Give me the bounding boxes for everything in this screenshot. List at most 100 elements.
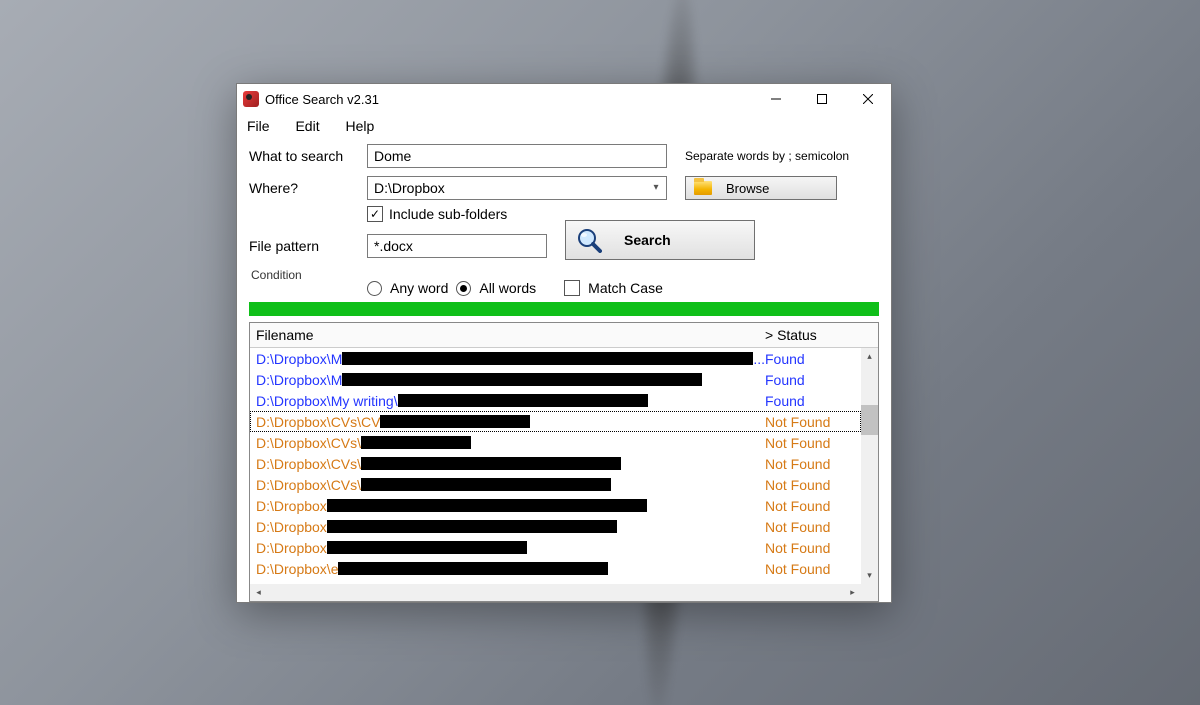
scroll-down-arrow-icon[interactable]: ▾ bbox=[861, 567, 878, 584]
app-icon bbox=[243, 91, 259, 107]
horizontal-scrollbar[interactable]: ◂ ▸ bbox=[250, 584, 878, 601]
filename-cell: D:\Dropbox\My writing\ bbox=[256, 393, 765, 409]
table-row[interactable]: D:\DropboxNot Found bbox=[250, 495, 861, 516]
filename-cell: D:\Dropbox bbox=[256, 498, 765, 514]
search-form: What to search Separate words by ; semic… bbox=[237, 140, 891, 296]
table-row[interactable]: D:\Dropbox\M...Found bbox=[250, 348, 861, 369]
filename-cell: D:\Dropbox bbox=[256, 540, 765, 556]
chevron-down-icon: ▾ bbox=[653, 182, 658, 193]
include-subfolders-label: Include sub-folders bbox=[389, 206, 507, 222]
where-label: Where? bbox=[249, 180, 367, 196]
search-button[interactable]: Search bbox=[565, 220, 755, 260]
table-row[interactable]: D:\Dropbox\e Not Found bbox=[250, 558, 861, 579]
where-dropdown-button[interactable]: ▾ bbox=[646, 177, 666, 199]
filename-cell: D:\Dropbox\M bbox=[256, 372, 765, 388]
filename-prefix: D:\Dropbox\CVs\ bbox=[256, 477, 361, 493]
filename-cell: D:\Dropbox\M... bbox=[256, 351, 765, 367]
window-title: Office Search v2.31 bbox=[265, 92, 379, 107]
redacted-text bbox=[380, 415, 530, 428]
what-to-search-input[interactable] bbox=[367, 144, 667, 168]
search-label: Search bbox=[624, 232, 671, 248]
status-cell: Not Found bbox=[765, 519, 861, 535]
table-row[interactable]: D:\Dropbox Not Found bbox=[250, 537, 861, 558]
status-cell: Not Found bbox=[765, 477, 861, 493]
menu-help[interactable]: Help bbox=[343, 116, 384, 136]
column-status[interactable]: > Status bbox=[761, 327, 861, 343]
menu-file[interactable]: File bbox=[245, 116, 280, 136]
anyword-label: Any word bbox=[390, 280, 448, 296]
matchcase-checkbox[interactable] bbox=[564, 280, 580, 296]
column-filename[interactable]: Filename bbox=[250, 327, 761, 343]
table-row[interactable]: D:\Dropbox\CVs\CV Not Found bbox=[250, 411, 861, 432]
maximize-icon bbox=[817, 94, 827, 104]
search-icon bbox=[576, 227, 602, 253]
status-cell: Not Found bbox=[765, 540, 861, 556]
title-bar[interactable]: Office Search v2.31 bbox=[237, 84, 891, 114]
redacted-text bbox=[361, 436, 471, 449]
minimize-icon bbox=[771, 94, 781, 104]
redacted-text bbox=[327, 499, 647, 512]
allwords-label: All words bbox=[479, 280, 536, 296]
minimize-button[interactable] bbox=[753, 84, 799, 114]
table-row[interactable]: D:\Dropbox\M Found bbox=[250, 369, 861, 390]
maximize-button[interactable] bbox=[799, 84, 845, 114]
filename-cell: D:\Dropbox\CVs\CV bbox=[256, 414, 765, 430]
status-cell: Not Found bbox=[765, 414, 861, 430]
filename-cell: D:\Dropbox bbox=[256, 519, 765, 535]
where-combobox[interactable]: ▾ bbox=[367, 176, 667, 200]
redacted-text bbox=[338, 562, 608, 575]
separator-hint: Separate words by ; semicolon bbox=[685, 149, 849, 163]
matchcase-label: Match Case bbox=[588, 280, 663, 296]
folder-icon bbox=[694, 181, 712, 195]
redacted-text bbox=[398, 394, 648, 407]
table-row[interactable]: D:\Dropbox\CVs\ Not Found bbox=[250, 474, 861, 495]
filename-prefix: D:\Dropbox bbox=[256, 540, 327, 556]
app-window: Office Search v2.31 File Edit Help What … bbox=[236, 83, 892, 603]
results-grid: Filename > Status D:\Dropbox\M...FoundD:… bbox=[249, 322, 879, 602]
status-cell: Not Found bbox=[765, 456, 861, 472]
status-cell: Not Found bbox=[765, 561, 861, 577]
column-headers[interactable]: Filename > Status bbox=[250, 323, 878, 348]
filename-prefix: D:\Dropbox\M bbox=[256, 372, 342, 388]
allwords-radio[interactable] bbox=[456, 281, 471, 296]
filename-cell: D:\Dropbox\CVs\ bbox=[256, 456, 765, 472]
scroll-right-arrow-icon[interactable]: ▸ bbox=[844, 587, 861, 598]
table-row[interactable]: D:\Dropbox\My writing\ Found bbox=[250, 390, 861, 411]
anyword-radio[interactable] bbox=[367, 281, 382, 296]
close-icon bbox=[863, 94, 873, 104]
vertical-scrollbar[interactable]: ▴ ▾ bbox=[861, 348, 878, 584]
status-cell: Found bbox=[765, 351, 861, 367]
table-row[interactable]: D:\Dropbox\CVs\ Not Found bbox=[250, 453, 861, 474]
where-input[interactable] bbox=[368, 178, 646, 198]
menu-bar: File Edit Help bbox=[237, 114, 891, 140]
progress-bar bbox=[249, 302, 879, 316]
filename-prefix: D:\Dropbox\e bbox=[256, 561, 338, 577]
include-subfolders-checkbox[interactable]: ✓ bbox=[367, 206, 383, 222]
status-cell: Found bbox=[765, 372, 861, 388]
redacted-text bbox=[342, 352, 753, 365]
filename-ellipsis: ... bbox=[753, 351, 765, 367]
desktop-wallpaper: Office Search v2.31 File Edit Help What … bbox=[0, 0, 1200, 705]
status-cell: Not Found bbox=[765, 498, 861, 514]
close-button[interactable] bbox=[845, 84, 891, 114]
filename-prefix: D:\Dropbox\My writing\ bbox=[256, 393, 398, 409]
redacted-text bbox=[361, 457, 621, 470]
menu-edit[interactable]: Edit bbox=[293, 116, 329, 136]
filename-cell: D:\Dropbox\CVs\ bbox=[256, 477, 765, 493]
status-cell: Not Found bbox=[765, 435, 861, 451]
browse-button[interactable]: Browse bbox=[685, 176, 837, 200]
status-cell: Found bbox=[765, 393, 861, 409]
table-row[interactable]: D:\Dropbox\CVs\Not Found bbox=[250, 432, 861, 453]
scroll-up-arrow-icon[interactable]: ▴ bbox=[861, 348, 878, 365]
filename-prefix: D:\Dropbox\CVs\ bbox=[256, 456, 361, 472]
what-to-search-label: What to search bbox=[249, 148, 367, 164]
filename-cell: D:\Dropbox\CVs\ bbox=[256, 435, 765, 451]
file-pattern-label: File pattern bbox=[249, 238, 367, 254]
file-pattern-input[interactable] bbox=[367, 234, 547, 258]
table-row[interactable]: D:\Dropbox Not Found bbox=[250, 516, 861, 537]
redacted-text bbox=[342, 373, 702, 386]
results-body[interactable]: D:\Dropbox\M...FoundD:\Dropbox\MFoundD:\… bbox=[250, 348, 861, 584]
scroll-thumb[interactable] bbox=[861, 405, 878, 435]
filename-prefix: D:\Dropbox bbox=[256, 519, 327, 535]
scroll-left-arrow-icon[interactable]: ◂ bbox=[250, 587, 267, 598]
